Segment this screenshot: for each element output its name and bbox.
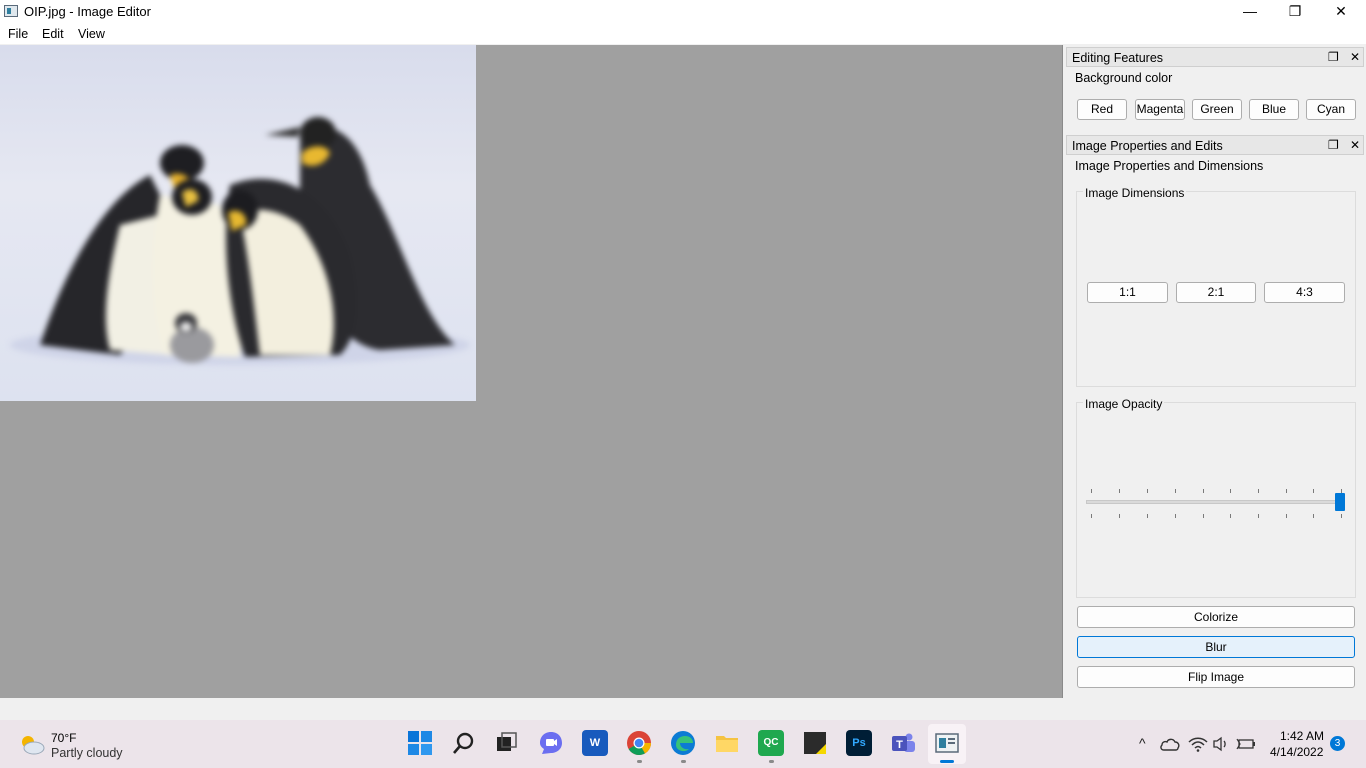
slider-tick [1258,514,1259,518]
image-properties-title: Image Properties and Edits [1072,139,1223,153]
penguin-photo[interactable] [0,45,476,401]
weather-desc: Partly cloudy [51,746,123,760]
magenta-button[interactable]: Magenta [1135,99,1185,120]
status-strip [0,699,1366,720]
image-editor-icon[interactable] [934,730,960,756]
background-color-label: Background color [1075,71,1173,85]
task-view-icon[interactable] [494,730,520,756]
weather-icon[interactable] [18,733,46,755]
slider-tick [1119,489,1120,493]
ratio-2-1-button[interactable]: 2:1 [1176,282,1256,303]
teams-icon[interactable]: T [890,730,916,756]
minimize-button[interactable]: — [1227,0,1273,24]
editing-features-title: Editing Features [1072,51,1164,65]
slider-tick [1175,489,1176,493]
edge-running-indicator [681,760,686,763]
slider-tick [1313,514,1314,518]
svg-text:T: T [896,739,903,751]
clock-time[interactable]: 1:42 AM [1280,729,1324,743]
notification-badge[interactable]: 3 [1330,736,1345,751]
battery-icon[interactable] [1236,737,1256,754]
chat-icon[interactable] [538,730,564,756]
weather-temp: 70°F [51,731,77,745]
slider-tick [1091,514,1092,518]
image-editor-active-indicator [940,760,954,763]
window-title: OIP.jpg - Image Editor [24,4,151,19]
colorize-button[interactable]: Colorize [1077,606,1355,628]
qc-running-indicator [769,760,774,763]
word-icon[interactable]: W [582,730,608,756]
red-button[interactable]: Red [1077,99,1127,120]
float-icon[interactable]: ❐ [1328,50,1339,64]
slider-tick [1175,514,1176,518]
title-bar [0,0,1366,24]
menu-bar [0,24,1366,44]
edge-icon[interactable] [670,730,696,756]
slider-tick [1286,514,1287,518]
slider-tick [1147,514,1148,518]
slider-tick [1203,514,1204,518]
wifi-icon[interactable] [1188,736,1208,755]
photoshop-icon[interactable]: Ps [846,730,872,756]
slider-tick [1119,514,1120,518]
app-icon [4,5,18,17]
slider-tick [1203,489,1204,493]
slider-tick [1230,514,1231,518]
editing-features-panel: Editing Features ❐ ✕ Background color Re… [1066,47,1366,131]
ratio-4-3-button[interactable]: 4:3 [1264,282,1345,303]
file-explorer-icon[interactable] [714,730,740,756]
image-opacity-label: Image Opacity [1083,397,1165,411]
opacity-slider-groove[interactable] [1086,500,1344,504]
slider-tick [1341,489,1342,493]
ratio-1-1-button[interactable]: 1:1 [1087,282,1168,303]
volume-icon[interactable] [1212,736,1230,755]
editing-features-titlebar[interactable]: Editing Features ❐ ✕ [1066,47,1364,67]
sticky-notes-icon[interactable] [802,730,828,756]
image-dimensions-group: Image Dimensions 1:1 2:1 4:3 [1076,186,1356,387]
chrome-icon[interactable] [626,730,652,756]
close-icon[interactable]: ✕ [1350,50,1360,64]
slider-tick [1091,489,1092,493]
slider-tick [1313,489,1314,493]
blur-button[interactable]: Blur [1077,636,1355,658]
image-dimensions-label: Image Dimensions [1083,186,1187,200]
chrome-running-indicator [637,760,642,763]
flip-image-button[interactable]: Flip Image [1077,666,1355,688]
slider-tick [1286,489,1287,493]
onedrive-icon[interactable] [1160,737,1180,754]
menu-file[interactable]: File [8,27,28,41]
properties-section-label: Image Properties and Dimensions [1075,159,1264,173]
close-icon[interactable]: ✕ [1350,138,1360,152]
menu-edit[interactable]: Edit [42,27,64,41]
slider-tick [1147,489,1148,493]
slider-tick [1230,489,1231,493]
opacity-slider-handle[interactable] [1335,493,1345,511]
close-button[interactable]: ✕ [1318,0,1364,24]
blue-button[interactable]: Blue [1249,99,1299,120]
green-button[interactable]: Green [1192,99,1242,120]
slider-tick [1258,489,1259,493]
start-icon[interactable] [407,730,433,756]
image-properties-panel: Image Properties and Edits ❐ ✕ Image Pro… [1066,135,1366,695]
image-properties-titlebar[interactable]: Image Properties and Edits ❐ ✕ [1066,135,1364,155]
search-icon[interactable] [451,730,477,756]
clock-date[interactable]: 4/14/2022 [1270,745,1323,759]
show-hidden-icons[interactable]: ^ [1139,735,1146,751]
menu-view[interactable]: View [78,27,105,41]
restore-button[interactable]: ❐ [1272,0,1318,24]
float-icon[interactable]: ❐ [1328,138,1339,152]
qc-icon[interactable]: QC [758,730,784,756]
cyan-button[interactable]: Cyan [1306,99,1356,120]
image-canvas[interactable] [0,45,1063,698]
slider-tick [1341,514,1342,518]
